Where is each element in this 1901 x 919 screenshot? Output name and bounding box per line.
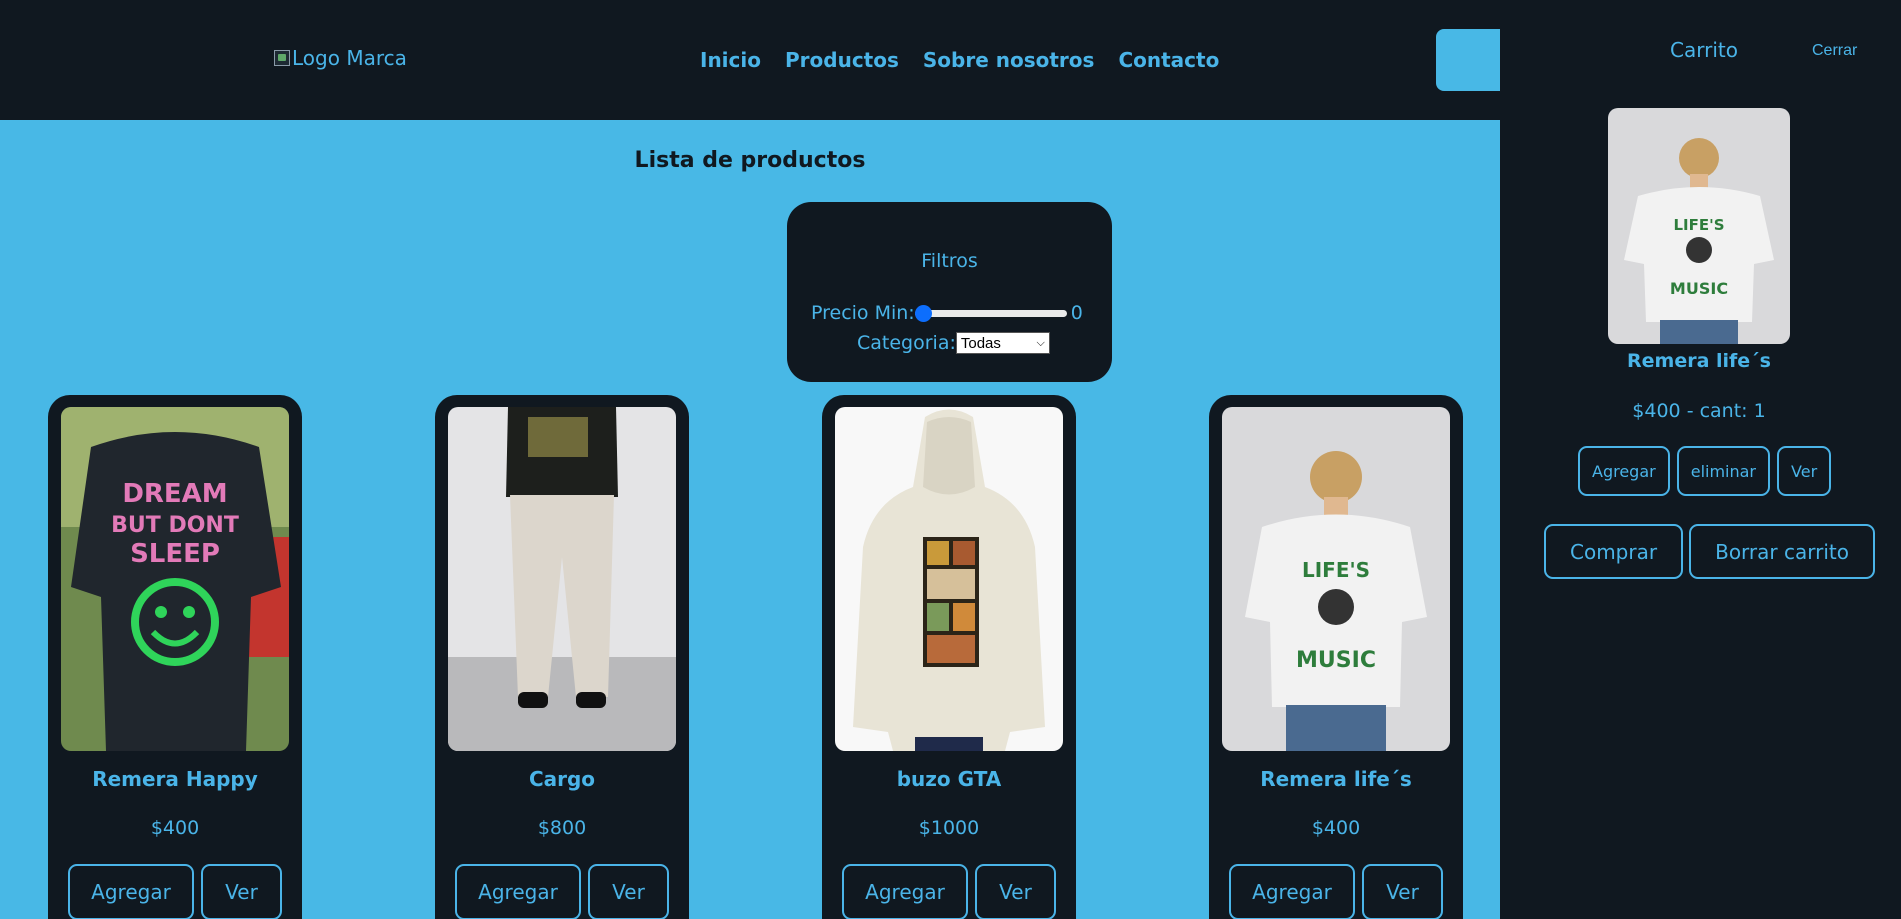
- product-name: buzo GTA: [896, 767, 1002, 791]
- product-card: Cargo $800 Agregar Ver: [435, 395, 689, 919]
- price-min-slider[interactable]: [914, 302, 1067, 324]
- hoodie-image: [835, 407, 1063, 751]
- svg-text:LIFE'S: LIFE'S: [1302, 558, 1370, 582]
- buy-button[interactable]: Comprar: [1544, 524, 1684, 579]
- view-button[interactable]: Ver: [975, 864, 1056, 919]
- add-to-cart-button[interactable]: Agregar: [1229, 864, 1355, 919]
- cart-title: Carrito: [1670, 38, 1738, 62]
- product-actions: Agregar Ver: [822, 864, 1076, 919]
- add-to-cart-button[interactable]: Agregar: [455, 864, 581, 919]
- clear-cart-button[interactable]: Borrar carrito: [1689, 524, 1875, 579]
- nav-link-sobre-nosotros[interactable]: Sobre nosotros: [923, 48, 1095, 72]
- product-price: $800: [537, 817, 587, 839]
- logo-alt-text: Logo Marca: [292, 46, 407, 70]
- view-button[interactable]: Ver: [1362, 864, 1443, 919]
- svg-text:SLEEP: SLEEP: [130, 539, 220, 569]
- product-image: [448, 407, 676, 751]
- svg-text:BUT DONT: BUT DONT: [111, 513, 239, 538]
- cart-item-add-button[interactable]: Agregar: [1578, 446, 1670, 496]
- price-filter: Precio Min: 0: [811, 302, 1083, 324]
- slider-track: [914, 310, 1067, 317]
- cargo-pants-image: [448, 407, 676, 751]
- product-image: [835, 407, 1063, 751]
- cart-item-image: LIFE'S MUSIC: [1608, 108, 1790, 344]
- view-button[interactable]: Ver: [201, 864, 282, 919]
- cart-item-name: Remera life´s: [1627, 350, 1771, 372]
- cart-item-actions: Agregar eliminar Ver: [1578, 446, 1832, 496]
- product-name: Cargo: [528, 767, 596, 791]
- product-price: $400: [150, 817, 200, 839]
- cart-toggle-button[interactable]: [1436, 29, 1506, 91]
- view-button[interactable]: Ver: [588, 864, 669, 919]
- close-cart-button[interactable]: Cerrar: [1812, 42, 1857, 60]
- slider-thumb[interactable]: [914, 305, 932, 322]
- tshirt-white-image: LIFE'S MUSIC: [1608, 108, 1790, 344]
- add-to-cart-button[interactable]: Agregar: [68, 864, 194, 919]
- category-filter: Categoria: Todas ⌵: [857, 332, 1050, 354]
- add-to-cart-button[interactable]: Agregar: [842, 864, 968, 919]
- header: Logo Marca Inicio Productos Sobre nosotr…: [0, 0, 1506, 120]
- filters-panel: Filtros Precio Min: 0 Categoria: Todas ⌵: [787, 202, 1112, 382]
- nav-link-inicio[interactable]: Inicio: [700, 48, 761, 72]
- product-card: buzo GTA $1000 Agregar Ver: [822, 395, 1076, 919]
- product-name: Remera Happy: [92, 767, 258, 791]
- product-actions: Agregar Ver: [48, 864, 302, 919]
- category-selected: Todas: [960, 334, 1001, 352]
- page-title: Lista de productos: [634, 148, 866, 173]
- nav-link-contacto[interactable]: Contacto: [1118, 48, 1219, 72]
- cart-actions: Comprar Borrar carrito: [1544, 524, 1875, 579]
- product-card: LIFE'S MUSIC Remera life´s $400 Agregar …: [1209, 395, 1463, 919]
- tshirt-white-image: LIFE'S MUSIC: [1222, 407, 1450, 751]
- product-card: DREAM BUT DONT SLEEP Remera Happy $400 A…: [48, 395, 302, 919]
- nav-link-productos[interactable]: Productos: [785, 48, 899, 72]
- brand-logo[interactable]: Logo Marca: [274, 46, 407, 70]
- broken-image-icon: [274, 50, 290, 66]
- svg-text:DREAM: DREAM: [122, 479, 227, 509]
- product-actions: Agregar Ver: [1209, 864, 1463, 919]
- cart-panel: Carrito Cerrar LIFE'S MUSIC Remera life´…: [1500, 0, 1901, 919]
- product-price: $400: [1311, 817, 1361, 839]
- product-image: LIFE'S MUSIC: [1222, 407, 1450, 751]
- svg-text:MUSIC: MUSIC: [1670, 279, 1728, 298]
- category-select[interactable]: Todas ⌵: [955, 332, 1050, 354]
- price-min-value: 0: [1070, 302, 1083, 324]
- category-label: Categoria:: [857, 332, 956, 354]
- product-name: Remera life´s: [1260, 767, 1412, 791]
- chevron-down-icon: ⌵: [1036, 336, 1045, 349]
- product-price: $1000: [918, 817, 980, 839]
- tshirt-black-image: DREAM BUT DONT SLEEP: [61, 407, 289, 751]
- product-image: DREAM BUT DONT SLEEP: [61, 407, 289, 751]
- product-actions: Agregar Ver: [435, 864, 689, 919]
- svg-text:LIFE'S: LIFE'S: [1673, 216, 1724, 234]
- main-nav: Inicio Productos Sobre nosotros Contacto: [700, 48, 1219, 72]
- svg-text:MUSIC: MUSIC: [1296, 648, 1376, 673]
- filters-title: Filtros: [921, 250, 978, 272]
- cart-item-view-button[interactable]: Ver: [1777, 446, 1832, 496]
- cart-item-remove-button[interactable]: eliminar: [1676, 446, 1771, 496]
- cart-item-price-qty: $400 - cant: 1: [1632, 400, 1766, 422]
- price-min-label: Precio Min:: [811, 302, 915, 324]
